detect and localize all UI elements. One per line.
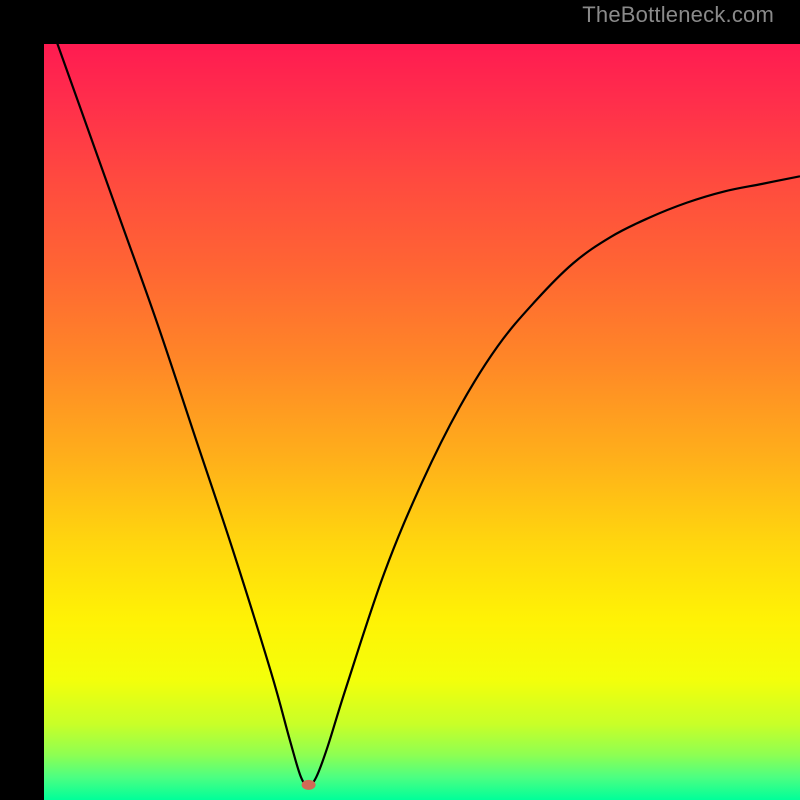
optimum-marker bbox=[302, 780, 316, 790]
chart-frame bbox=[0, 0, 800, 800]
watermark-text: TheBottleneck.com bbox=[582, 2, 774, 28]
chart-svg bbox=[44, 44, 800, 800]
gradient-background bbox=[44, 44, 800, 800]
chart-plot-area bbox=[44, 44, 800, 800]
